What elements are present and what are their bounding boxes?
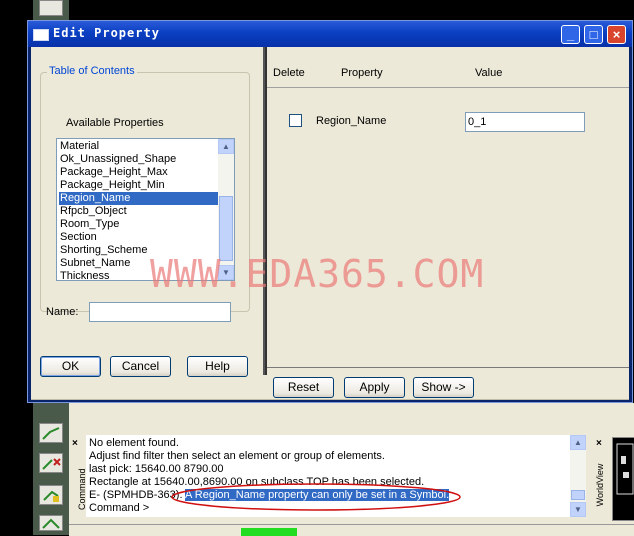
error-prefix: E- (SPMHDB-363): — [89, 489, 183, 501]
list-item[interactable]: Material — [59, 140, 218, 153]
toolbar-grip-top — [33, 0, 69, 20]
list-item-selected[interactable]: Region_Name — [59, 192, 218, 205]
status-strip — [31, 399, 629, 400]
route-tool-icon[interactable] — [39, 0, 63, 16]
close-icon: × — [612, 27, 621, 42]
property-name-cell: Region_Name — [316, 115, 387, 127]
maximize-icon: □ — [589, 27, 598, 42]
toc-legend: Table of Contents — [47, 65, 137, 77]
vertex-tool-icon[interactable] — [39, 515, 63, 531]
reset-button[interactable]: Reset — [273, 377, 334, 398]
list-item[interactable]: Package_Height_Max — [59, 166, 218, 179]
list-item[interactable]: Section — [59, 231, 218, 244]
command-close-icon[interactable]: × — [72, 438, 78, 449]
command-scroll-thumb[interactable] — [571, 490, 585, 500]
dialog-title: Edit Property — [53, 26, 160, 40]
property-value-input[interactable]: 0_1 — [465, 112, 585, 132]
cancel-button[interactable]: Cancel — [110, 356, 171, 377]
ok-button[interactable]: OK — [40, 356, 101, 377]
command-line: Adjust find filter then select an elemen… — [89, 450, 385, 462]
column-header-delete: Delete — [273, 67, 305, 79]
title-bar[interactable]: Edit Property _ □ × — [28, 21, 632, 47]
name-input[interactable] — [89, 302, 231, 322]
board-outline-icon — [616, 443, 634, 495]
error-annotation-ellipse — [171, 483, 461, 511]
list-item[interactable]: Package_Height_Min — [59, 179, 218, 192]
dialog-client: Table of Contents Available Properties M… — [31, 47, 629, 400]
window-icon — [33, 29, 49, 41]
column-header-property: Property — [341, 67, 383, 79]
list-item[interactable]: Rfpcb_Object — [59, 205, 218, 218]
close-button[interactable]: × — [607, 25, 626, 44]
command-prompt[interactable]: Command > — [89, 502, 149, 515]
apply-button[interactable]: Apply — [344, 377, 405, 398]
watermark: WWW.EDA365.COM — [150, 252, 485, 296]
command-line: No element found. — [89, 437, 179, 449]
right-panel: Delete Property Value Region_Name 0_1 Re… — [265, 47, 629, 398]
edit-property-dialog: Edit Property _ □ × Table of Contents Av… — [27, 20, 633, 403]
delete-connect-icon[interactable] — [39, 453, 63, 473]
command-scroll-up-button[interactable]: ▲ — [570, 435, 586, 450]
minimize-button[interactable]: _ — [561, 25, 580, 44]
slide-tool-icon[interactable] — [39, 485, 63, 505]
minimize-icon: _ — [566, 27, 575, 42]
show-button[interactable]: Show -> — [413, 377, 474, 398]
list-item[interactable]: Room_Type — [59, 218, 218, 231]
help-button[interactable]: Help — [187, 356, 248, 377]
bottom-divider — [267, 367, 629, 368]
left-panel: Table of Contents Available Properties M… — [31, 47, 265, 377]
scroll-up-button[interactable]: ▲ — [218, 139, 234, 154]
add-connect-icon[interactable] — [39, 423, 63, 443]
worldview-panel[interactable] — [612, 437, 634, 521]
list-item[interactable]: Ok_Unassigned_Shape — [59, 153, 218, 166]
delete-checkbox[interactable] — [289, 114, 302, 127]
worldview-tab-label[interactable]: WorldView — [595, 460, 605, 510]
grid-divider — [267, 87, 629, 88]
worldview-close-icon[interactable]: × — [596, 438, 602, 449]
name-label: Name: — [46, 306, 79, 318]
maximize-button[interactable]: □ — [584, 25, 603, 44]
command-line: last pick: 15640.00 8790.00 — [89, 463, 224, 475]
toolbar-grip-bottom — [33, 403, 69, 535]
status-bar — [69, 524, 634, 536]
command-scrollbar[interactable]: ▲ ▼ — [570, 435, 586, 517]
available-properties-label: Available Properties — [66, 117, 164, 129]
command-scroll-down-button[interactable]: ▼ — [570, 502, 586, 517]
column-header-value: Value — [475, 67, 503, 79]
